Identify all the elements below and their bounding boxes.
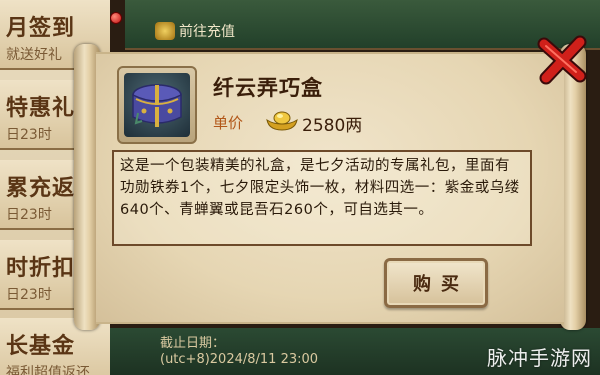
price-value: 2580两 xyxy=(302,116,363,136)
notification-dot-icon xyxy=(110,12,122,24)
item-icon-frame xyxy=(117,66,197,144)
sidebar-item-sub: 日23时 xyxy=(6,207,52,223)
deadline-value: (utc+8)2024/8/11 23:00 xyxy=(160,352,319,367)
sidebar-item-title: 月签到 xyxy=(6,16,76,41)
sidebar-item-sub: 就送好礼 xyxy=(6,47,62,63)
sidebar-item-title: 长基金 xyxy=(6,334,76,359)
sidebar-item-sub: 日23时 xyxy=(6,127,52,143)
watermark: 脉冲手游网 xyxy=(487,346,592,370)
item-name: 纤云弄巧盒 xyxy=(213,76,323,100)
sidebar-item-sub: 日23时 xyxy=(6,287,52,303)
sidebar-item-title: 特惠礼 xyxy=(6,96,76,121)
sidebar-item-sub: 福利超值返还 xyxy=(6,365,90,375)
sidebar-item-title: 累充返 xyxy=(6,176,76,201)
recharge-label: 前往充值 xyxy=(179,24,235,40)
deadline-label: 截止日期： xyxy=(160,336,226,351)
price-label: 单价 xyxy=(213,114,244,132)
coin-pouch-icon xyxy=(155,22,175,40)
gold-ingot-icon xyxy=(266,111,298,131)
recharge-button[interactable]: 前往充值 xyxy=(155,18,255,44)
item-description: 这是一个包装精美的礼盒，是七夕活动的专属礼包，里面有功勋铁券1个，七夕限定头饰一… xyxy=(120,158,520,218)
sidebar-item-title: 时折扣 xyxy=(6,256,76,281)
buy-label: 购买 xyxy=(413,274,469,295)
gift-box-icon xyxy=(132,84,182,127)
deadline-info: 截止日期： (utc+8)2024/8/11 23:00 xyxy=(160,336,318,368)
item-description-box: 这是一个包装精美的礼盒，是七夕活动的专属礼包，里面有功勋铁券1个，七夕限定头饰一… xyxy=(112,150,532,246)
close-icon[interactable] xyxy=(536,34,588,86)
buy-button[interactable]: 购买 xyxy=(384,258,488,308)
